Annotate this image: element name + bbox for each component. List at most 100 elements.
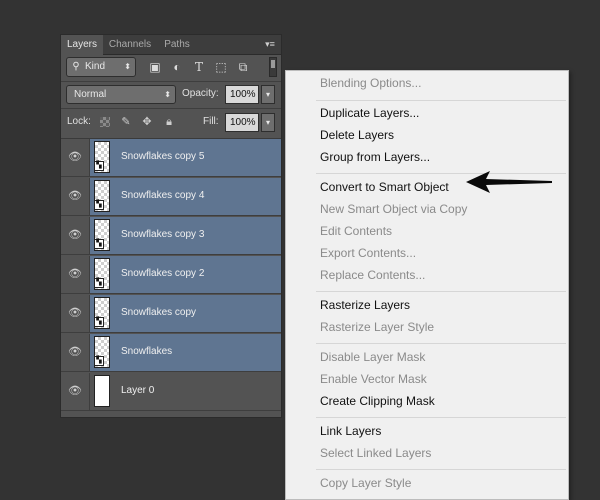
smart-object-filter-icon[interactable]: ⧉: [235, 59, 251, 75]
layer-body[interactable]: ▚ Snowflakes copy 4: [90, 178, 281, 215]
menu-item-replace-contents[interactable]: Replace Contents...: [320, 265, 425, 285]
layer-row[interactable]: 👁︎ ▚ Snowflakes copy: [61, 295, 281, 333]
visibility-column: 👁︎: [61, 139, 90, 176]
layer-name: Snowflakes copy 4: [121, 190, 205, 201]
smart-object-badge-icon: ▚: [94, 200, 104, 210]
eye-icon[interactable]: 👁︎: [68, 268, 82, 280]
layer-body[interactable]: ▚ Snowflakes copy 3: [90, 217, 281, 254]
layer-row[interactable]: 👁︎ ▚ Snowflakes copy 5: [61, 139, 281, 177]
menu-separator: [316, 291, 566, 292]
fill-dropdown-icon[interactable]: ▾: [261, 113, 275, 132]
menu-item-new-smart-object-via-copy[interactable]: New Smart Object via Copy: [320, 199, 467, 219]
adjustment-filter-icon[interactable]: ◐: [169, 59, 185, 75]
smart-object-badge-icon: ▚: [94, 356, 104, 366]
layers-panel: Layers Channels Paths ▾≡ ⚲ Kind ⬍ ▣ ◐ T …: [60, 34, 282, 418]
visibility-column: 👁︎: [61, 295, 90, 332]
eye-icon[interactable]: 👁︎: [68, 190, 82, 202]
menu-item-copy-layer-style[interactable]: Copy Layer Style: [320, 473, 411, 493]
lock-image-brush-icon[interactable]: ✎: [119, 115, 133, 129]
divider: [61, 108, 281, 109]
menu-separator: [316, 100, 566, 101]
menu-item-duplicate-layers[interactable]: Duplicate Layers...: [320, 103, 419, 123]
lock-row: Lock: ✎ ✥ 🔒︎ Fill: 100% ▾: [65, 112, 279, 134]
layer-body[interactable]: Layer 0: [90, 373, 281, 410]
eye-icon[interactable]: 👁︎: [68, 346, 82, 358]
layer-name: Layer 0: [121, 385, 155, 396]
menu-item-rasterize-layer-style[interactable]: Rasterize Layer Style: [320, 317, 434, 337]
menu-item-create-clipping-mask[interactable]: Create Clipping Mask: [320, 391, 435, 411]
layer-body[interactable]: ▚ Snowflakes copy 2: [90, 256, 281, 293]
eye-icon[interactable]: 👁︎: [68, 229, 82, 241]
layer-body[interactable]: ▚ Snowflakes copy 5: [90, 139, 281, 176]
smart-object-badge-icon: ▚: [94, 239, 104, 249]
layer-row[interactable]: 👁︎ Layer 0: [61, 373, 281, 411]
updown-arrow-icon: ⬍: [164, 90, 171, 99]
fill-label: Fill:: [203, 116, 219, 127]
menu-separator: [316, 469, 566, 470]
layer-thumbnail: [94, 375, 110, 407]
visibility-column: 👁︎: [61, 373, 90, 410]
menu-item-group-from-layers[interactable]: Group from Layers...: [320, 147, 430, 167]
layer-body[interactable]: ▚ Snowflakes: [90, 334, 281, 371]
layer-name: Snowflakes: [121, 346, 173, 357]
layer-name: Snowflakes copy 2: [121, 268, 205, 279]
layer-row[interactable]: 👁︎ ▚ Snowflakes copy 4: [61, 178, 281, 216]
menu-item-link-layers[interactable]: Link Layers: [320, 421, 381, 441]
filter-kind-label: Kind: [85, 61, 106, 72]
divider: [61, 81, 281, 82]
menu-separator: [316, 343, 566, 344]
tab-channels[interactable]: Channels: [104, 35, 156, 54]
layer-body[interactable]: ▚ Snowflakes copy: [90, 295, 281, 332]
eye-icon[interactable]: 👁︎: [68, 385, 82, 397]
fill-field[interactable]: 100%: [225, 113, 259, 132]
layer-row[interactable]: 👁︎ ▚ Snowflakes: [61, 334, 281, 372]
layer-name: Snowflakes copy: [121, 307, 197, 318]
visibility-column: 👁︎: [61, 334, 90, 371]
menu-item-convert-to-smart-object[interactable]: Convert to Smart Object: [320, 177, 449, 197]
visibility-column: 👁︎: [61, 178, 90, 215]
opacity-field[interactable]: 100%: [225, 85, 259, 104]
search-icon: ⚲: [72, 61, 80, 72]
filter-kind-select[interactable]: ⚲ Kind ⬍: [66, 57, 136, 77]
menu-item-export-contents[interactable]: Export Contents...: [320, 243, 416, 263]
type-filter-icon[interactable]: T: [191, 59, 207, 75]
menu-item-select-linked-layers[interactable]: Select Linked Layers: [320, 443, 431, 463]
menu-item-disable-layer-mask[interactable]: Disable Layer Mask: [320, 347, 425, 367]
annotation-arrow-icon: [466, 171, 552, 193]
menu-item-enable-vector-mask[interactable]: Enable Vector Mask: [320, 369, 427, 389]
eye-icon[interactable]: 👁︎: [68, 307, 82, 319]
smart-object-badge-icon: ▚: [94, 278, 104, 288]
filter-toggle-switch[interactable]: [269, 57, 277, 77]
eye-icon[interactable]: 👁︎: [68, 151, 82, 163]
shape-filter-icon[interactable]: ⬚: [213, 59, 229, 75]
opacity-label: Opacity:: [182, 88, 219, 99]
lock-transparency-icon[interactable]: [100, 117, 110, 127]
blend-mode-value: Normal: [74, 89, 107, 100]
blend-mode-select[interactable]: Normal ⬍: [66, 85, 176, 104]
layer-context-menu: Blending Options... Duplicate Layers... …: [285, 70, 569, 500]
visibility-column: 👁︎: [61, 217, 90, 254]
menu-item-rasterize-layers[interactable]: Rasterize Layers: [320, 295, 410, 315]
layer-name: Snowflakes copy 5: [121, 151, 205, 162]
smart-object-badge-icon: ▚: [94, 161, 104, 171]
pixel-filter-icon[interactable]: ▣: [147, 59, 163, 75]
lock-all-padlock-icon[interactable]: 🔒︎: [162, 115, 176, 129]
panel-menu-icon[interactable]: ▾≡: [263, 38, 277, 50]
tab-layers[interactable]: Layers: [61, 35, 103, 55]
layer-name: Snowflakes copy 3: [121, 229, 205, 240]
layer-row[interactable]: 👁︎ ▚ Snowflakes copy 2: [61, 256, 281, 294]
smart-object-badge-icon: ▚: [94, 317, 104, 327]
opacity-dropdown-icon[interactable]: ▾: [261, 85, 275, 104]
tab-paths[interactable]: Paths: [157, 35, 197, 54]
menu-separator: [316, 417, 566, 418]
lock-label: Lock:: [67, 116, 91, 127]
visibility-column: 👁︎: [61, 256, 90, 293]
menu-item-blending-options[interactable]: Blending Options...: [320, 73, 421, 93]
updown-arrow-icon: ⬍: [124, 62, 131, 71]
menu-item-delete-layers[interactable]: Delete Layers: [320, 125, 394, 145]
panel-tab-bar: Layers Channels Paths ▾≡: [61, 35, 281, 55]
lock-position-move-icon[interactable]: ✥: [140, 115, 154, 129]
layers-list: 👁︎ ▚ Snowflakes copy 5 👁︎ ▚ Snowflakes c…: [61, 138, 281, 411]
menu-item-edit-contents[interactable]: Edit Contents: [320, 221, 392, 241]
layer-row[interactable]: 👁︎ ▚ Snowflakes copy 3: [61, 217, 281, 255]
